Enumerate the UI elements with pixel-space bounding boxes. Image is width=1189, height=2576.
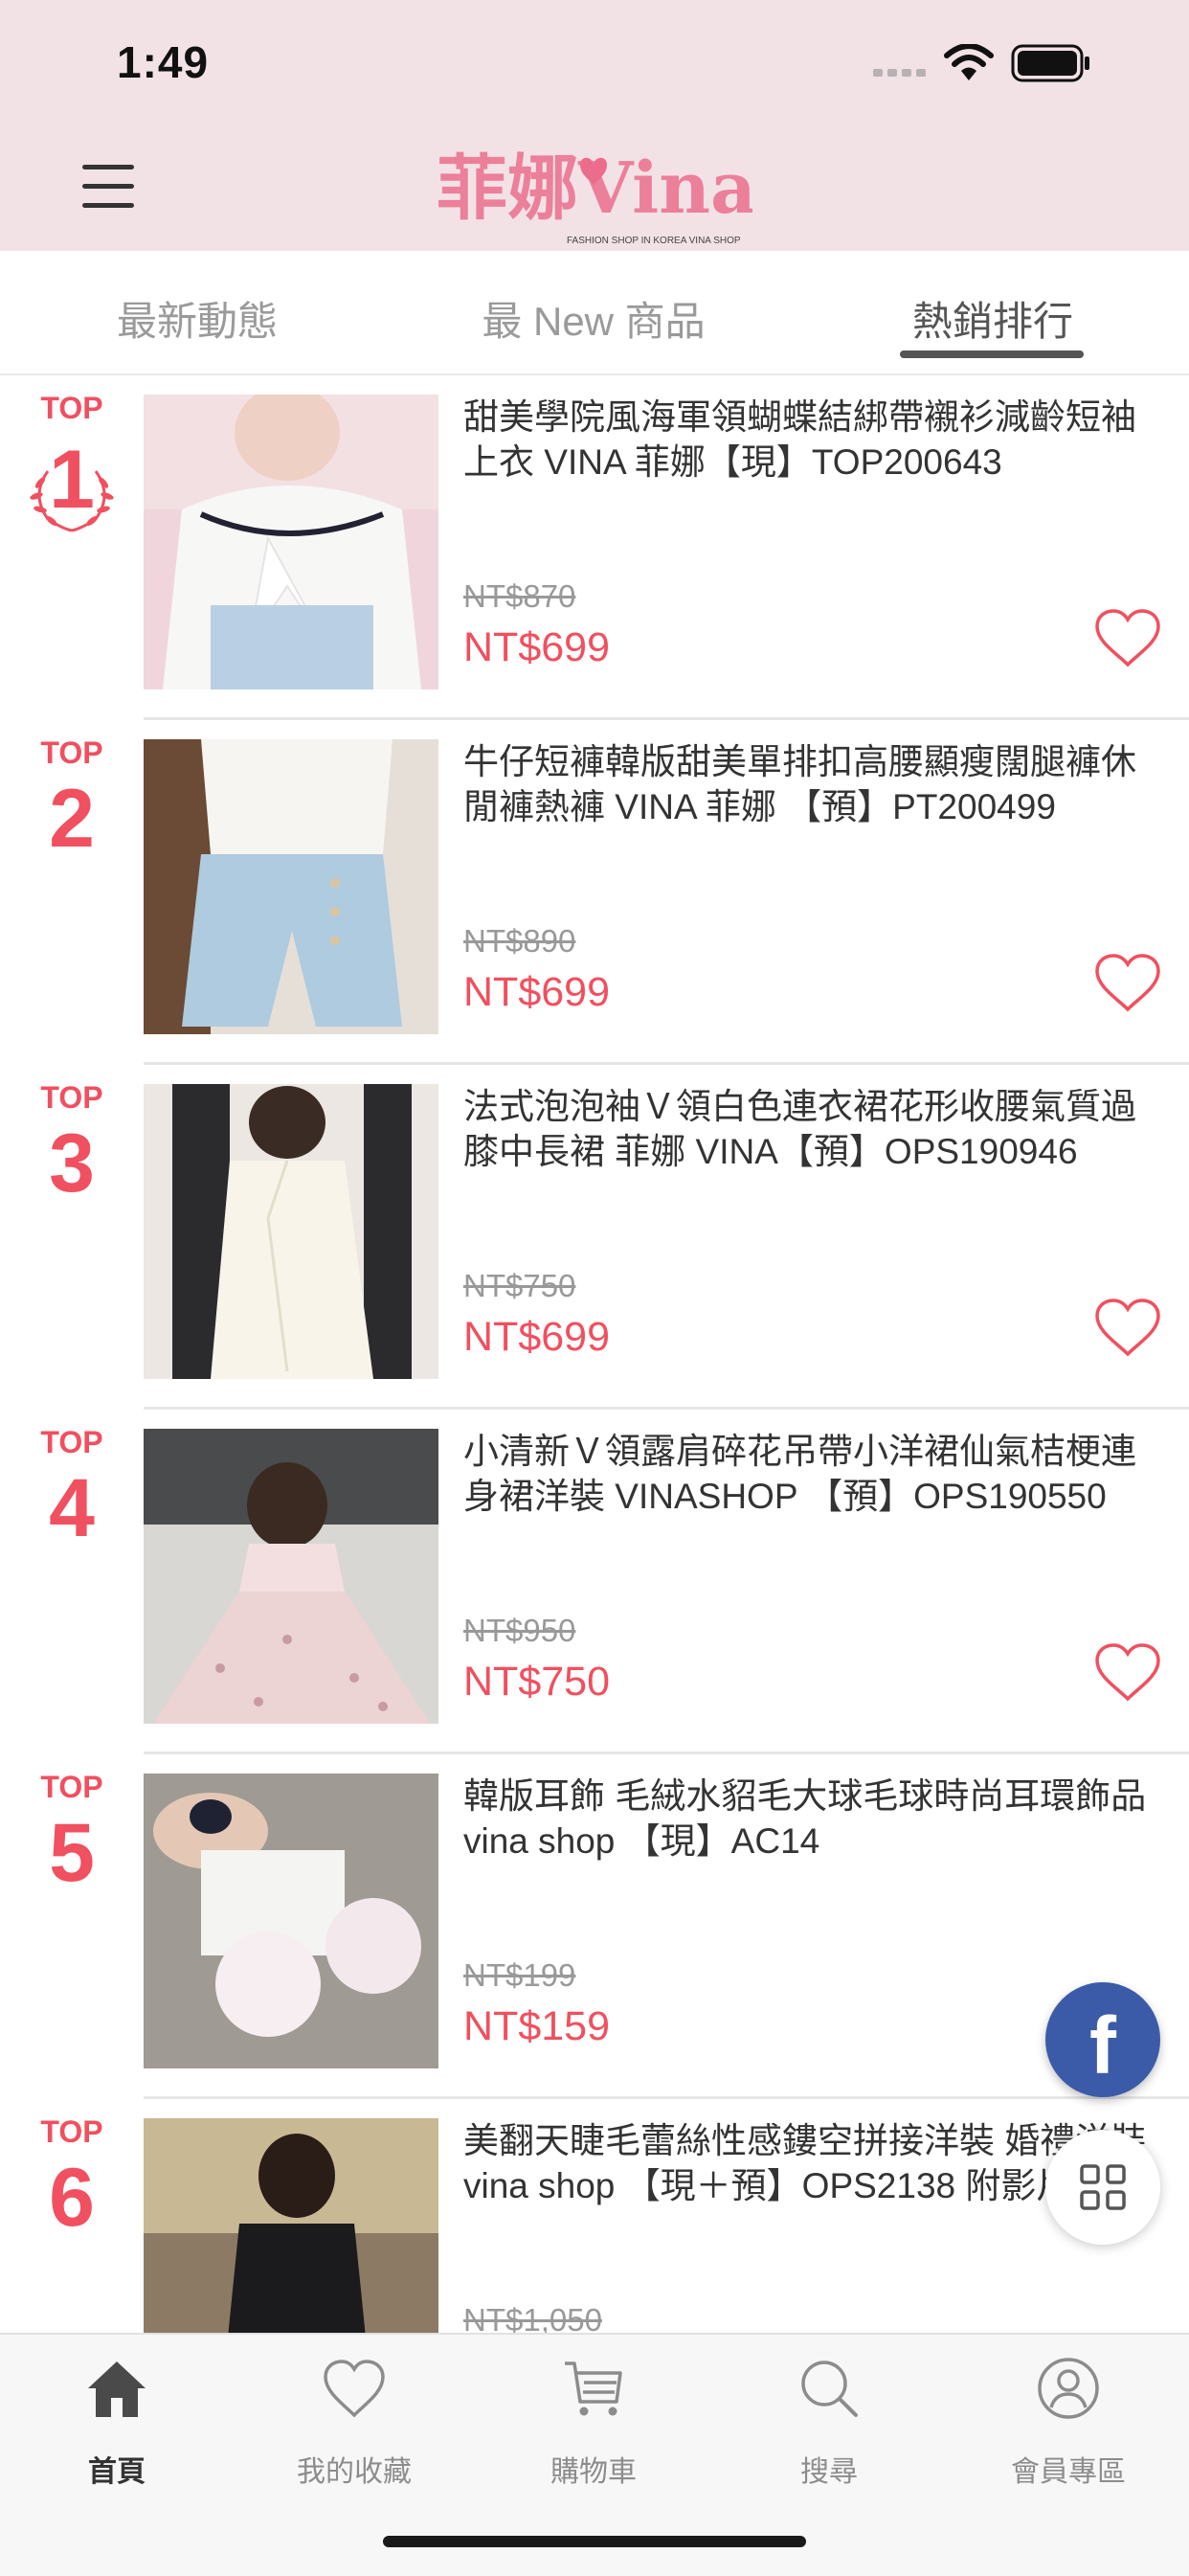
tab-latest[interactable]: 最新動態 <box>92 289 303 347</box>
app-header: 1:49 菲娜Vina FASHION SHOP IN KOREA VINA S… <box>0 0 1189 251</box>
signal-icon <box>873 69 883 77</box>
rank-number: 4 <box>49 1462 95 1554</box>
favorite-heart-icon[interactable] <box>1093 607 1162 668</box>
logo-text: 菲娜Vina <box>437 147 752 230</box>
rank-top-label: TOP <box>40 1770 103 1804</box>
menu-button[interactable] <box>82 165 136 209</box>
rank-number: 5 <box>49 1807 95 1899</box>
nav-label: 購物車 <box>550 2456 637 2488</box>
logo-tagline: FASHION SHOP IN KOREA VINA SHOP <box>567 236 741 246</box>
product-row[interactable]: TOP 6 美翻天睫毛蕾絲性感鏤空拼接洋裝 婚禮洋裝 vina shop 【現＋… <box>0 2099 1189 2333</box>
original-price: NT$1,050 <box>463 2302 602 2333</box>
status-icons <box>873 42 1122 82</box>
user-icon <box>1038 2358 1099 2419</box>
menu-icon <box>82 203 134 208</box>
product-image[interactable] <box>144 1084 438 1379</box>
cart-icon <box>565 2361 622 2416</box>
nav-cart[interactable]: 購物車 <box>498 2354 689 2488</box>
rank-top-label: TOP <box>40 735 103 770</box>
product-row[interactable]: TOP 1 甜美學院風海軍領蝴蝶結綁帶襯衫減齡短袖上衣 VINA 菲娜【現】TO… <box>0 375 1189 720</box>
favorite-heart-icon[interactable] <box>1093 1297 1162 1358</box>
sale-price: NT$699 <box>463 1314 610 1360</box>
nav-label: 首頁 <box>88 2456 146 2488</box>
search-icon <box>801 2361 858 2417</box>
rank-number: 6 <box>49 2152 95 2244</box>
wifi-icon <box>944 44 994 80</box>
original-price: NT$870 <box>463 578 576 614</box>
rank-top-label: TOP <box>40 1425 103 1459</box>
facebook-button[interactable]: f <box>1045 1982 1160 2097</box>
product-row[interactable]: TOP 4 小清新Ｖ領露肩碎花吊帶小洋裙仙氣桔梗連身裙洋裝 VINASHOP 【… <box>0 1410 1189 1754</box>
home-icon <box>88 2361 146 2417</box>
sale-price: NT$699 <box>463 624 610 670</box>
product-title[interactable]: 法式泡泡袖Ｖ領白色連衣裙花形收腰氣質過膝中長裙 菲娜 VINA【預】OPS190… <box>463 1084 1162 1174</box>
nav-favorites[interactable]: 我的收藏 <box>258 2354 450 2488</box>
nav-label: 搜尋 <box>800 2456 858 2488</box>
signal-icon <box>916 69 926 77</box>
signal-icon <box>902 69 911 77</box>
grid-icon <box>1080 2164 1126 2210</box>
rank-top-label: TOP <box>40 391 103 425</box>
sale-price: NT$750 <box>463 1659 610 1705</box>
signal-icon <box>887 69 897 77</box>
home-indicator <box>383 2536 806 2547</box>
product-row[interactable]: TOP 3 法式泡泡袖Ｖ領白色連衣裙花形收腰氣質過膝中長裙 菲娜 VINA【預】… <box>0 1065 1189 1410</box>
favorite-heart-icon[interactable] <box>1093 1641 1162 1703</box>
category-tabs: 最新動態 最 New 商品 熱銷排行 <box>0 251 1189 375</box>
original-price: NT$199 <box>463 1957 576 1993</box>
sale-price: NT$159 <box>463 2003 610 2049</box>
rank-top-label: TOP <box>40 2114 103 2149</box>
brand-logo[interactable]: 菲娜Vina FASHION SHOP IN KOREA VINA SHOP <box>437 144 752 251</box>
original-price: NT$950 <box>463 1613 576 1648</box>
product-row[interactable]: TOP 2 牛仔短褲韓版甜美單排扣高腰顯瘦闊腿褲休閒褲熱褲 VINA 菲娜 【預… <box>0 720 1189 1065</box>
original-price: NT$890 <box>463 923 576 959</box>
sale-price: NT$699 <box>463 969 610 1015</box>
rank-number: 3 <box>49 1118 95 1209</box>
product-image[interactable] <box>144 2118 438 2333</box>
heart-icon <box>324 2360 385 2418</box>
original-price: NT$750 <box>463 1268 576 1303</box>
grid-menu-button[interactable] <box>1045 2130 1160 2245</box>
product-image[interactable] <box>144 1774 438 2068</box>
status-time: 1:49 <box>117 37 210 87</box>
product-title[interactable]: 牛仔短褲韓版甜美單排扣高腰顯瘦闊腿褲休閒褲熱褲 VINA 菲娜 【預】PT200… <box>463 739 1162 829</box>
product-title[interactable]: 甜美學院風海軍領蝴蝶結綁帶襯衫減齡短袖上衣 VINA 菲娜【現】TOP20064… <box>463 395 1162 485</box>
nav-search[interactable]: 搜尋 <box>733 2354 925 2488</box>
nav-member[interactable]: 會員專區 <box>973 2354 1164 2488</box>
product-list[interactable]: TOP 1 甜美學院風海軍領蝴蝶結綁帶襯衫減齡短袖上衣 VINA 菲娜【現】TO… <box>0 375 1189 2333</box>
rank-number: 2 <box>49 773 95 865</box>
menu-icon <box>82 165 134 169</box>
nav-label: 我的收藏 <box>297 2456 412 2488</box>
product-image[interactable] <box>144 1429 438 1724</box>
product-image[interactable] <box>144 739 438 1034</box>
facebook-icon: f <box>1089 2000 1116 2090</box>
product-row[interactable]: TOP 5 韓版耳飾 毛絨水貂毛大球毛球時尚耳環飾品 vina shop 【現】… <box>0 1754 1189 2099</box>
rank-top-label: TOP <box>40 1080 103 1115</box>
tab-best-sellers[interactable]: 熱銷排行 <box>883 289 1103 347</box>
product-title[interactable]: 小清新Ｖ領露肩碎花吊帶小洋裙仙氣桔梗連身裙洋裝 VINASHOP 【預】OPS1… <box>463 1429 1162 1519</box>
menu-icon <box>82 184 134 189</box>
tab-new-products[interactable]: 最 New 商品 <box>460 289 728 347</box>
rank-number: 1 <box>49 434 95 526</box>
product-title[interactable]: 韓版耳飾 毛絨水貂毛大球毛球時尚耳環飾品 vina shop 【現】AC14 <box>463 1774 1162 1864</box>
product-image[interactable] <box>144 395 438 689</box>
battery-icon <box>1011 44 1089 82</box>
active-tab-indicator <box>900 350 1084 358</box>
nav-label: 會員專區 <box>1011 2456 1126 2488</box>
favorite-heart-icon[interactable] <box>1093 952 1162 1013</box>
nav-home[interactable]: 首頁 <box>21 2354 213 2488</box>
